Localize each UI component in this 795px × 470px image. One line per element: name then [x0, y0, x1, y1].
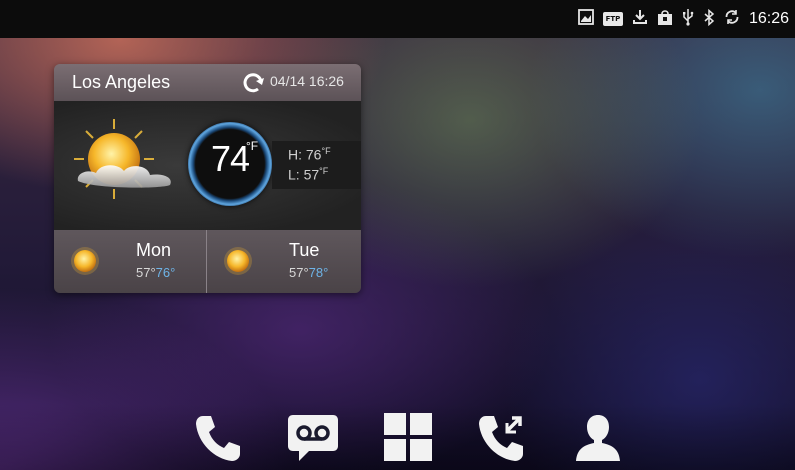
store-bag-icon — [657, 9, 673, 30]
bluetooth-icon — [703, 8, 715, 30]
forecast-temps-mon: 57°76° — [136, 265, 175, 280]
high-value: 76 — [305, 146, 322, 163]
high-temp-row: H: 76°F — [288, 146, 331, 163]
weather-forecast: Mon 57°76° Tue 57°78° — [54, 230, 361, 293]
current-temp-dial: 74 °F — [188, 122, 272, 206]
image-icon — [578, 9, 594, 29]
weather-updated-time: 04/14 16:26 — [270, 73, 344, 89]
high-unit: °F — [321, 146, 331, 156]
sunny-icon — [70, 246, 100, 280]
high-low-panel: H: 76°F L: 57°F — [272, 141, 361, 189]
sunny-icon — [223, 246, 253, 280]
apps-grid-icon[interactable] — [382, 411, 434, 467]
forecast-low: 57° — [136, 265, 156, 280]
partly-cloudy-icon — [66, 117, 182, 205]
weather-header: Los Angeles 04/14 16:26 — [54, 64, 361, 101]
temp-unit: °F — [246, 139, 259, 153]
high-label: H: — [288, 146, 302, 163]
download-icon — [632, 9, 648, 29]
call-forward-icon[interactable] — [477, 411, 529, 467]
phone-icon[interactable] — [192, 411, 244, 467]
weather-city: Los Angeles — [72, 72, 171, 92]
forecast-temps-tue: 57°78° — [289, 265, 328, 280]
weather-current: 74 °F H: 76°F L: 57°F — [54, 101, 361, 230]
low-value: 57 — [303, 166, 320, 183]
low-label: L: — [288, 166, 300, 183]
forecast-divider — [206, 230, 207, 293]
weather-widget[interactable]: Los Angeles 04/14 16:26 74 °F H: 76°F L:… — [54, 64, 361, 293]
forecast-high: 76° — [155, 265, 176, 280]
current-temp: 74 — [210, 138, 250, 179]
usb-icon — [682, 8, 694, 30]
status-bar: FTP 16:26 — [0, 0, 795, 38]
status-clock: 16:26 — [748, 10, 789, 27]
home-screen: FTP 16:26 Los Angeles 04/14 16:26 74 °F … — [0, 0, 795, 470]
low-unit: °F — [319, 166, 329, 176]
voicemail-icon[interactable] — [287, 411, 339, 467]
forecast-day-tue: Tue — [289, 240, 320, 260]
forecast-day-mon: Mon — [136, 240, 172, 260]
forecast-high: 78° — [308, 265, 329, 280]
low-temp-row: L: 57°F — [288, 166, 328, 183]
refresh-icon[interactable] — [241, 72, 265, 98]
contacts-icon[interactable] — [572, 411, 624, 467]
sync-icon — [724, 9, 740, 29]
ftp-icon: FTP — [602, 12, 623, 26]
forecast-low: 57° — [289, 265, 309, 280]
